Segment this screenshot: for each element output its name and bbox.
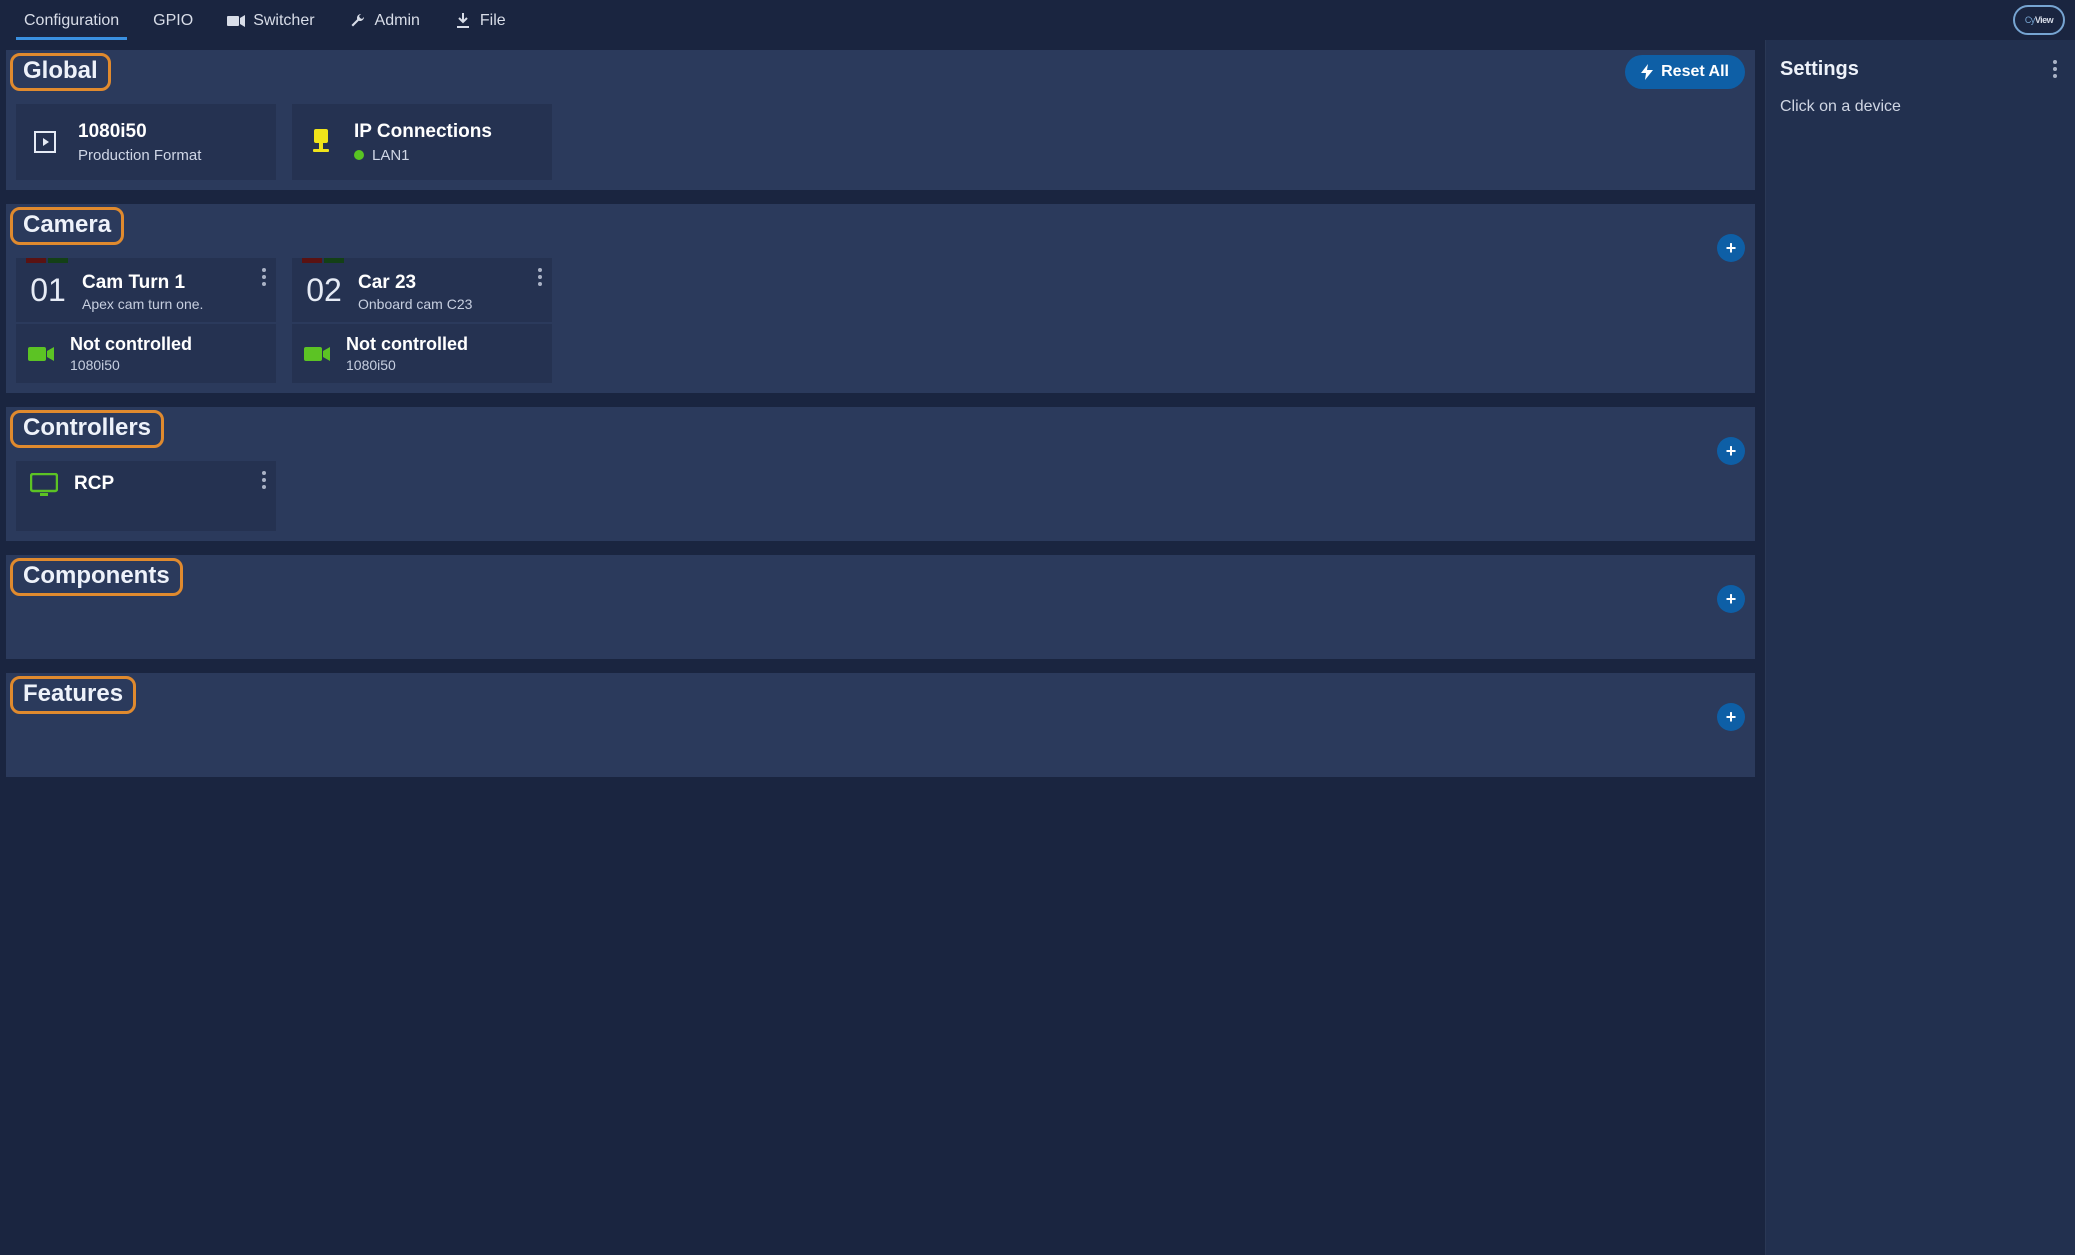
bolt-icon: [1641, 64, 1653, 80]
settings-menu-button[interactable]: [2049, 56, 2061, 82]
camera-format: 1080i50: [346, 357, 468, 373]
plus-icon: +: [1726, 441, 1737, 462]
card-sub-text: LAN1: [372, 147, 410, 164]
camera-number: 01: [26, 272, 70, 309]
card-title: 1080i50: [78, 121, 201, 143]
tally-indicator: [302, 258, 344, 263]
card-title: IP Connections: [354, 121, 492, 143]
camera-icon: [227, 12, 245, 30]
nav-tab-switcher[interactable]: Switcher: [213, 2, 328, 40]
section-components: Components +: [6, 555, 1755, 659]
global-card-ip-connections[interactable]: IP Connections LAN1: [292, 104, 552, 180]
section-header: Features +: [6, 673, 1755, 717]
top-nav: Configuration GPIO Switcher Admin: [0, 0, 2075, 40]
monitor-icon: [30, 473, 58, 497]
global-card-production-format[interactable]: 1080i50 Production Format: [16, 104, 276, 180]
section-body: 1080i50 Production Format IP Connections: [6, 94, 1755, 190]
camcorder-icon: [304, 345, 330, 363]
brand-logo: CyView: [2013, 5, 2065, 35]
section-header: Global Reset All: [6, 50, 1755, 94]
tally-indicator: [26, 258, 68, 263]
camera-state: Not controlled: [346, 334, 468, 355]
section-body: 01 Cam Turn 1 Apex cam turn one.: [6, 248, 1755, 393]
plus-icon: +: [1726, 238, 1737, 259]
camcorder-icon: [28, 345, 54, 363]
reset-all-label: Reset All: [1661, 63, 1729, 81]
section-header: Components +: [6, 555, 1755, 599]
wrench-icon: [349, 12, 367, 30]
section-title: Camera: [10, 207, 124, 245]
camera-sub: Apex cam turn one.: [82, 296, 266, 312]
section-title: Components: [10, 558, 183, 596]
camera-menu-button[interactable]: [258, 264, 270, 290]
plus-icon: +: [1726, 707, 1737, 728]
settings-panel: Settings Click on a device: [1765, 40, 2075, 1255]
camera-card[interactable]: 01 Cam Turn 1 Apex cam turn one.: [16, 258, 276, 383]
settings-hint: Click on a device: [1780, 98, 2061, 116]
section-title: Features: [10, 676, 136, 714]
download-icon: [454, 12, 472, 30]
nav-tab-gpio[interactable]: GPIO: [139, 2, 207, 40]
camera-title: Car 23: [358, 272, 542, 294]
nav-items: Configuration GPIO Switcher Admin: [10, 0, 520, 40]
play-box-icon: [30, 130, 60, 154]
controller-title: RCP: [74, 473, 114, 495]
main-panel: Global Reset All 1080i50: [0, 40, 1765, 1255]
nav-tab-label: File: [480, 12, 506, 30]
add-camera-button[interactable]: +: [1717, 234, 1745, 262]
camera-state: Not controlled: [70, 334, 192, 355]
card-sub: Production Format: [78, 147, 201, 164]
section-body: [6, 599, 1755, 659]
plus-icon: +: [1726, 589, 1737, 610]
camera-format: 1080i50: [70, 357, 192, 373]
brand-logo-b: View: [2035, 15, 2053, 25]
add-controller-button[interactable]: +: [1717, 437, 1745, 465]
camera-menu-button[interactable]: [534, 264, 546, 290]
network-icon: [306, 129, 336, 155]
nav-tab-admin[interactable]: Admin: [335, 2, 434, 40]
nav-tab-label: Admin: [375, 12, 420, 30]
camera-sub: Onboard cam C23: [358, 296, 542, 312]
add-component-button[interactable]: +: [1717, 585, 1745, 613]
nav-tab-label: Switcher: [253, 12, 314, 30]
camera-title: Cam Turn 1: [82, 272, 266, 294]
nav-tab-label: Configuration: [24, 12, 119, 30]
nav-tab-label: GPIO: [153, 12, 193, 30]
section-global: Global Reset All 1080i50: [6, 50, 1755, 190]
section-controllers: Controllers + RCP: [6, 407, 1755, 541]
section-title: Controllers: [10, 410, 164, 448]
controller-menu-button[interactable]: [258, 467, 270, 493]
settings-title: Settings: [1780, 58, 1859, 81]
controller-card[interactable]: RCP: [16, 461, 276, 531]
nav-tab-configuration[interactable]: Configuration: [10, 2, 133, 40]
section-body: [6, 717, 1755, 777]
card-sub: LAN1: [354, 147, 492, 164]
add-feature-button[interactable]: +: [1717, 703, 1745, 731]
nav-tab-file[interactable]: File: [440, 2, 520, 40]
section-header: Camera +: [6, 204, 1755, 248]
section-camera: Camera + 01 Cam Turn: [6, 204, 1755, 393]
camera-number: 02: [302, 272, 346, 309]
reset-all-button[interactable]: Reset All: [1625, 55, 1745, 89]
section-features: Features +: [6, 673, 1755, 777]
section-header: Controllers +: [6, 407, 1755, 451]
brand-logo-a: Cy: [2025, 15, 2035, 25]
section-title: Global: [10, 53, 111, 91]
status-dot-icon: [354, 150, 364, 160]
section-body: RCP: [6, 451, 1755, 541]
camera-card[interactable]: 02 Car 23 Onboard cam C23: [292, 258, 552, 383]
